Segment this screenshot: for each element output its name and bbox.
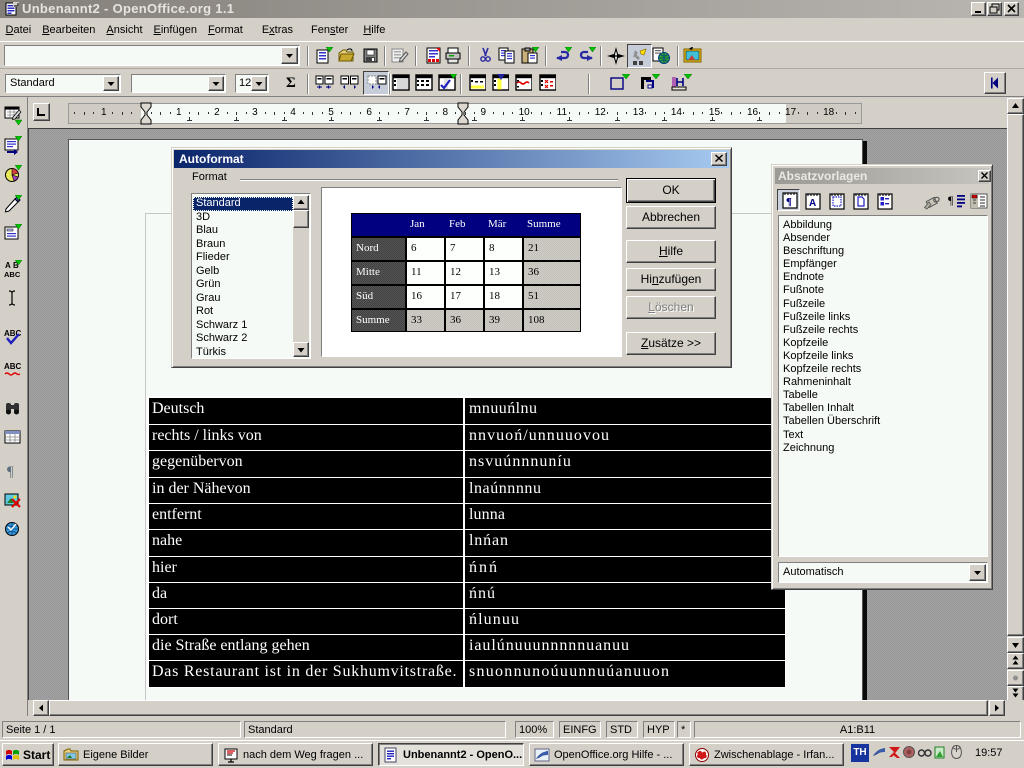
- svg-text:ABC: ABC: [4, 329, 22, 338]
- svg-text:A: A: [5, 261, 11, 270]
- svg-text:A: A: [809, 198, 816, 209]
- svg-text:¶: ¶: [7, 464, 14, 480]
- svg-text:¶: ¶: [786, 196, 792, 208]
- svg-text:¶: ¶: [948, 193, 954, 207]
- svg-text:ABC: ABC: [4, 362, 22, 371]
- svg-text:ABC: ABC: [4, 270, 21, 279]
